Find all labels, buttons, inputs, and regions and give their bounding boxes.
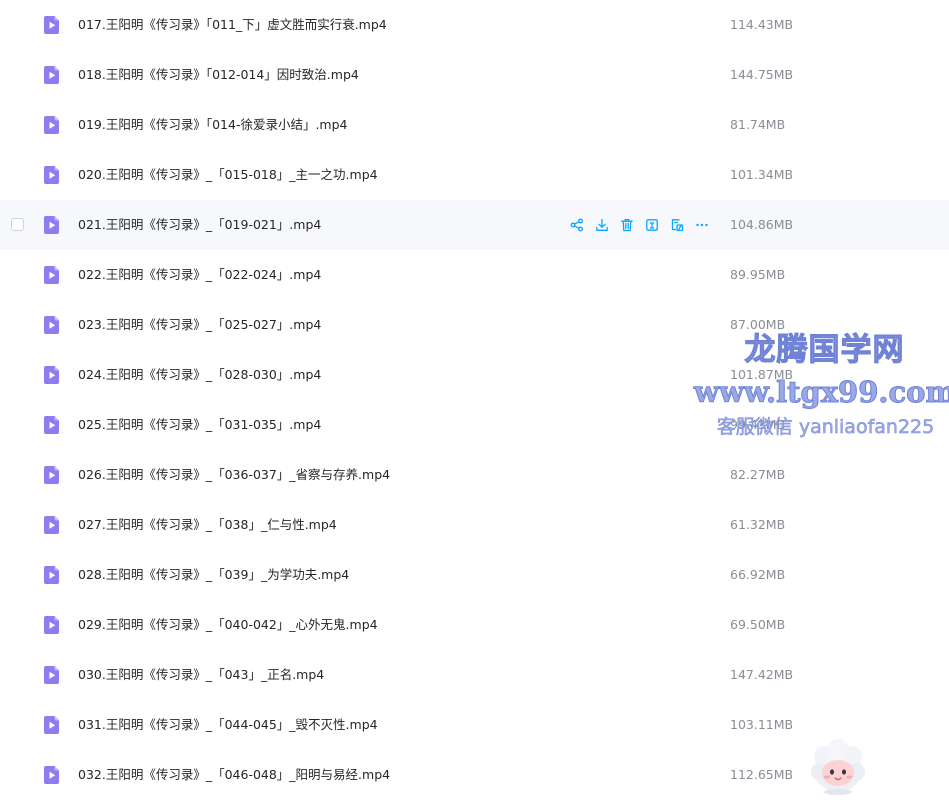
more-icon[interactable] <box>693 215 711 235</box>
file-size: 89.95MB <box>730 267 786 282</box>
file-name[interactable]: 020.王阳明《传习录》_「015-018」_主一之功.mp4 <box>78 150 378 200</box>
file-row[interactable]: 026.王阳明《传习录》_「036-037」_省察与存养.mp4 82.27MB <box>0 450 949 500</box>
row-checkbox[interactable] <box>11 218 24 231</box>
file-name[interactable]: 025.王阳明《传习录》_「031-035」.mp4 <box>78 400 321 450</box>
file-name[interactable]: 024.王阳明《传习录》_「028-030」.mp4 <box>78 350 321 400</box>
file-row[interactable]: 020.王阳明《传习录》_「015-018」_主一之功.mp4 101.34MB <box>0 150 949 200</box>
file-name[interactable]: 029.王阳明《传习录》_「040-042」_心外无鬼.mp4 <box>78 600 378 650</box>
file-row[interactable]: 023.王阳明《传习录》_「025-027」.mp4 87.00MB <box>0 300 949 350</box>
file-size: 87.00MB <box>730 317 786 332</box>
video-file-icon <box>42 765 62 785</box>
file-row[interactable]: 019.王阳明《传习录》「014-徐爱录小结」.mp4 81.74MB <box>0 100 949 150</box>
video-file-icon <box>42 15 62 35</box>
file-size: 81.74MB <box>730 117 786 132</box>
delete-icon[interactable] <box>618 215 636 235</box>
download-icon[interactable] <box>593 215 611 235</box>
assistant-mascot-icon[interactable] <box>806 736 870 796</box>
file-size: 104.86MB <box>730 217 794 232</box>
file-row[interactable]: 029.王阳明《传习录》_「040-042」_心外无鬼.mp4 69.50MB <box>0 600 949 650</box>
video-file-icon <box>42 265 62 285</box>
file-size: 66.92MB <box>730 567 786 582</box>
file-size: 147.42MB <box>730 667 794 682</box>
file-row[interactable]: 027.王阳明《传习录》_「038」_仁与性.mp4 61.32MB <box>0 500 949 550</box>
video-file-icon <box>42 315 62 335</box>
video-file-icon <box>42 565 62 585</box>
video-file-icon <box>42 465 62 485</box>
file-row-hovered[interactable]: 021.王阳明《传习录》_「019-021」.mp4 104.86MB <box>0 200 949 250</box>
video-file-icon <box>42 115 62 135</box>
copy-to-icon[interactable] <box>668 215 686 235</box>
video-file-icon <box>42 515 62 535</box>
open-icon[interactable] <box>643 215 661 235</box>
file-name[interactable]: 023.王阳明《传习录》_「025-027」.mp4 <box>78 300 321 350</box>
file-row[interactable]: 018.王阳明《传习录》「012-014」因时致治.mp4 144.75MB <box>0 50 949 100</box>
file-list: 017.王阳明《传习录》「011_下」虚文胜而实行衰.mp4 114.43MB … <box>0 0 949 800</box>
file-row[interactable]: 025.王阳明《传习录》_「031-035」.mp4 99.43MB <box>0 400 949 450</box>
video-file-icon <box>42 165 62 185</box>
video-file-icon <box>42 65 62 85</box>
file-row[interactable]: 017.王阳明《传习录》「011_下」虚文胜而实行衰.mp4 114.43MB <box>0 0 949 50</box>
file-size: 103.11MB <box>730 717 794 732</box>
video-file-icon <box>42 365 62 385</box>
file-size: 144.75MB <box>730 67 794 82</box>
file-name[interactable]: 019.王阳明《传习录》「014-徐爱录小结」.mp4 <box>78 100 348 150</box>
file-size: 69.50MB <box>730 617 786 632</box>
share-icon[interactable] <box>568 215 586 235</box>
file-row[interactable]: 030.王阳明《传习录》_「043」_正名.mp4 147.42MB <box>0 650 949 700</box>
file-name[interactable]: 018.王阳明《传习录》「012-014」因时致治.mp4 <box>78 50 359 100</box>
file-row[interactable]: 028.王阳明《传习录》_「039」_为学功夫.mp4 66.92MB <box>0 550 949 600</box>
file-size: 101.34MB <box>730 167 794 182</box>
file-size: 114.43MB <box>730 17 794 32</box>
file-size: 99.43MB <box>730 417 786 432</box>
video-file-icon <box>42 665 62 685</box>
video-file-icon <box>42 215 62 235</box>
file-row[interactable]: 024.王阳明《传习录》_「028-030」.mp4 101.87MB <box>0 350 949 400</box>
file-name[interactable]: 030.王阳明《传习录》_「043」_正名.mp4 <box>78 650 324 700</box>
file-name[interactable]: 017.王阳明《传习录》「011_下」虚文胜而实行衰.mp4 <box>78 0 387 50</box>
file-size: 101.87MB <box>730 367 794 382</box>
file-row[interactable]: 022.王阳明《传习录》_「022-024」.mp4 89.95MB <box>0 250 949 300</box>
file-size: 82.27MB <box>730 467 786 482</box>
row-actions <box>568 215 711 235</box>
file-name[interactable]: 022.王阳明《传习录》_「022-024」.mp4 <box>78 250 321 300</box>
file-size: 112.65MB <box>730 767 794 782</box>
video-file-icon <box>42 715 62 735</box>
file-name[interactable]: 026.王阳明《传习录》_「036-037」_省察与存养.mp4 <box>78 450 390 500</box>
file-name[interactable]: 021.王阳明《传习录》_「019-021」.mp4 <box>78 200 321 250</box>
file-name[interactable]: 027.王阳明《传习录》_「038」_仁与性.mp4 <box>78 500 337 550</box>
file-name[interactable]: 032.王阳明《传习录》_「046-048」_阳明与易经.mp4 <box>78 750 390 800</box>
video-file-icon <box>42 415 62 435</box>
file-size: 61.32MB <box>730 517 786 532</box>
video-file-icon <box>42 615 62 635</box>
file-name[interactable]: 028.王阳明《传习录》_「039」_为学功夫.mp4 <box>78 550 349 600</box>
file-name[interactable]: 031.王阳明《传习录》_「044-045」_毁不灭性.mp4 <box>78 700 378 750</box>
